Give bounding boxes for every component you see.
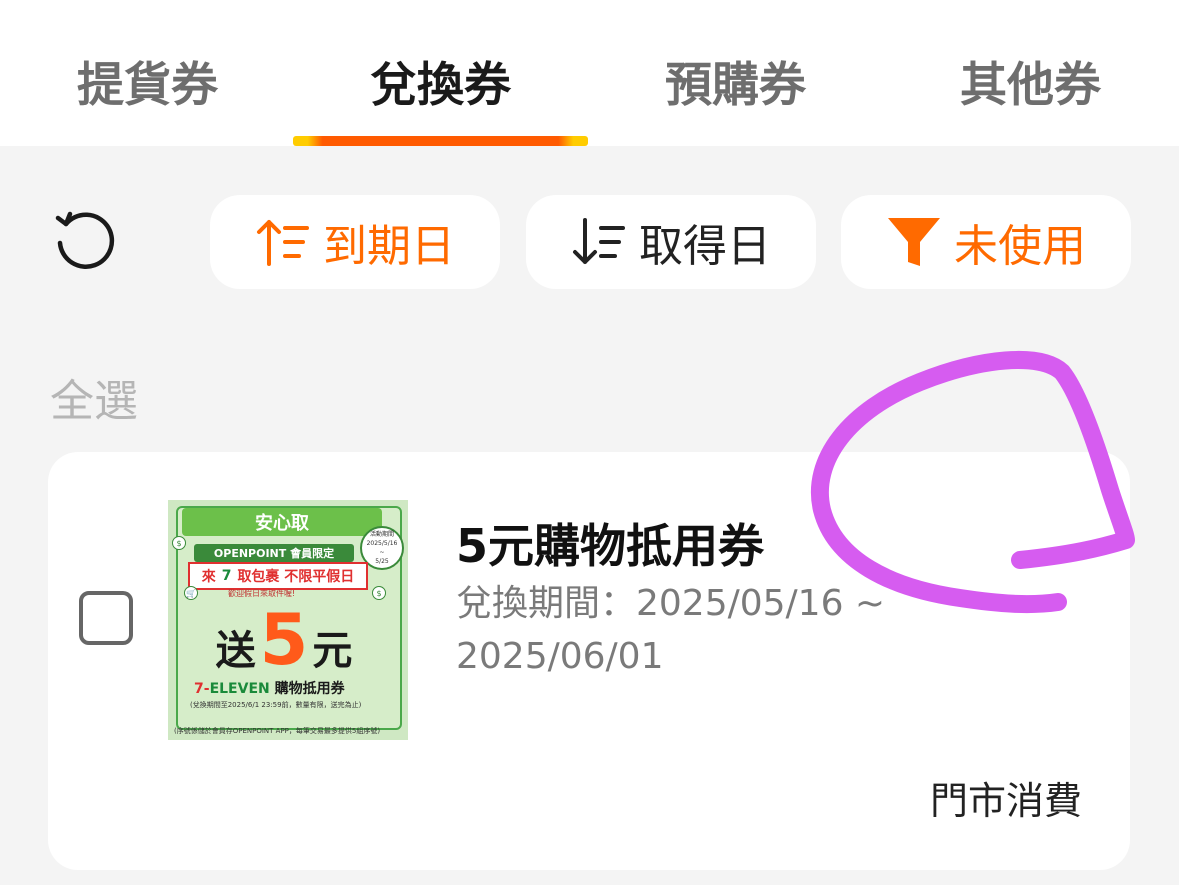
coupon-period-end: 2025/06/01 bbox=[456, 636, 664, 677]
coin-icon: $ bbox=[172, 536, 186, 550]
active-tab-indicator bbox=[293, 136, 588, 146]
thumbnail-promo-sub: 歡迎假日來取件喔! bbox=[228, 589, 296, 598]
thumbnail-amount: 送 5 元 bbox=[204, 599, 364, 681]
sort-by-expiry-chip[interactable]: 到期日 bbox=[210, 195, 500, 289]
tab-pickup[interactable]: 提貨券 bbox=[0, 40, 295, 120]
cart-icon: 🛒 bbox=[184, 586, 198, 600]
brand-seven: 7- bbox=[194, 681, 210, 697]
tab-exchange[interactable]: 兌換券 bbox=[293, 40, 588, 120]
coupon-title: 5元購物抵用券 bbox=[456, 519, 765, 573]
thumbnail-send: 送 bbox=[215, 628, 256, 674]
sort-by-acquired-label: 取得日 bbox=[639, 221, 771, 272]
thumbnail-promo: 來 7 取包裹 不限平假日 bbox=[188, 562, 368, 590]
coupon-tabs: 提貨券 兌換券 預購券 其他券 bbox=[0, 0, 1179, 146]
thumbnail-unit: 元 bbox=[312, 628, 353, 674]
badge-line: 5/25 bbox=[375, 558, 389, 565]
seven-logo-icon: 7 bbox=[221, 568, 232, 584]
coupon-thumbnail: 安心取 OPENPOINT 會員限定 活動期間 2025/5/16 ~ 5/25… bbox=[168, 500, 408, 740]
badge-line: 活動期間 bbox=[369, 531, 394, 538]
status-filter-chip[interactable]: 未使用 bbox=[841, 195, 1131, 289]
thumbnail-banner: 安心取 bbox=[182, 508, 382, 536]
coupon-card[interactable]: 安心取 OPENPOINT 會員限定 活動期間 2025/5/16 ~ 5/25… bbox=[48, 452, 1130, 870]
status-filter-label: 未使用 bbox=[954, 221, 1086, 272]
thumbnail-fine-print: (兌換期間至2025/6/1 23:59前，數量有限，送完為止) bbox=[190, 701, 362, 709]
select-all-button[interactable]: 全選 bbox=[50, 365, 138, 429]
sort-ascending-icon bbox=[257, 220, 309, 266]
badge-line: 2025/5/16 bbox=[366, 540, 398, 547]
sort-descending-icon bbox=[573, 218, 625, 264]
brand-tail: 購物抵用券 bbox=[274, 681, 345, 697]
coupon-period: 兌換期間：2025/05/16 ~ 2025/06/01 bbox=[456, 577, 926, 683]
filter-funnel-icon bbox=[888, 218, 940, 266]
coupon-period-start: 兌換期間：2025/05/16 ~ bbox=[456, 583, 886, 624]
thumbnail-member-label: OPENPOINT 會員限定 bbox=[194, 544, 354, 562]
thumbnail-footer: (序號係儲於會員存OPENPOINT APP，每筆交易最多提供5組序號) bbox=[174, 727, 381, 735]
coin-icon: $ bbox=[372, 586, 386, 600]
coupon-usage-type: 門市消費 bbox=[929, 779, 1082, 823]
promo-left: 來 bbox=[201, 569, 216, 585]
promo-right: 取包裹 不限平假日 bbox=[237, 569, 355, 585]
refresh-button[interactable] bbox=[48, 206, 120, 278]
coupon-checkbox[interactable] bbox=[79, 591, 133, 645]
tab-preorder[interactable]: 預購券 bbox=[588, 40, 883, 120]
sort-by-expiry-label: 到期日 bbox=[323, 221, 455, 272]
tab-other[interactable]: 其他券 bbox=[883, 40, 1178, 120]
refresh-icon bbox=[55, 211, 115, 269]
thumbnail-brand: 7-ELEVEN 購物抵用券 bbox=[194, 678, 345, 698]
thumbnail-amount-number: 5 bbox=[259, 599, 309, 681]
sort-by-acquired-chip[interactable]: 取得日 bbox=[526, 195, 816, 289]
coupon-page: 提貨券 兌換券 預購券 其他券 到期日 取得日 未使用 全選 安心取 OPENP… bbox=[0, 0, 1179, 885]
brand-eleven: ELEVEN bbox=[209, 681, 270, 697]
badge-line: ~ bbox=[379, 549, 385, 556]
